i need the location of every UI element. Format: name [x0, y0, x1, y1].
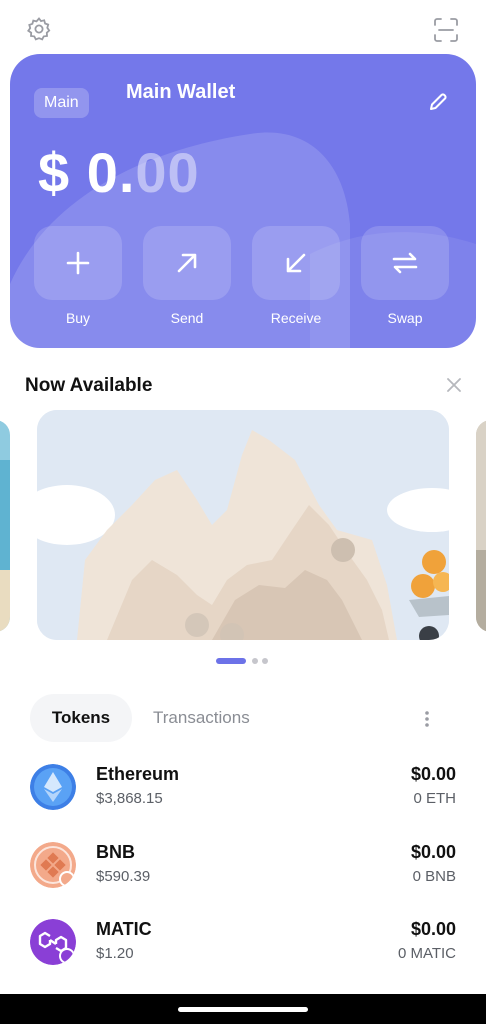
token-name: Ethereum [96, 764, 180, 784]
home-indicator[interactable] [178, 1007, 308, 1012]
close-icon[interactable] [446, 377, 462, 393]
token-amount: 0 MATIC [397, 945, 456, 962]
balance-decimal: 00 [135, 141, 200, 204]
carousel-dot[interactable] [252, 658, 258, 664]
token-value: $0.00 [410, 919, 456, 939]
receive-button[interactable]: Receive [252, 226, 340, 326]
token-price: $1.20 [96, 945, 134, 962]
token-amount: 0 BNB [412, 868, 456, 885]
token-price: $3,868.15 [96, 790, 163, 807]
token-value: $0.00 [410, 764, 456, 784]
balance-amount: $ 0.00 [38, 140, 200, 205]
banner-illustration [37, 410, 449, 640]
wallet-badge: Main [34, 88, 89, 118]
swap-label: Swap [387, 310, 423, 326]
tab-tokens[interactable]: Tokens [30, 694, 132, 742]
send-label: Send [170, 310, 204, 326]
swap-icon [392, 252, 418, 274]
section-heading: Now Available [25, 375, 153, 396]
send-button[interactable]: Send [143, 226, 231, 326]
plus-icon [66, 251, 90, 275]
buy-button[interactable]: Buy [34, 226, 122, 326]
top-bar [0, 0, 486, 56]
scan-icon[interactable] [433, 17, 459, 43]
token-name: BNB [96, 842, 135, 862]
arrow-down-left-icon [286, 253, 306, 273]
ethereum-logo-icon [30, 764, 76, 810]
receive-label: Receive [270, 310, 322, 326]
gear-icon[interactable] [26, 16, 52, 42]
balance-whole: $ 0. [38, 141, 136, 204]
more-options-icon[interactable] [424, 710, 430, 728]
buy-label: Buy [65, 310, 91, 326]
carousel-next-card[interactable] [476, 420, 486, 632]
carousel-dot[interactable] [262, 658, 268, 664]
tab-transactions[interactable]: Transactions [153, 694, 250, 742]
wallet-title[interactable]: Main Wallet [126, 81, 235, 104]
token-row-bnb[interactable]: BNB $590.39 $0.00 0 BNB [0, 838, 486, 898]
token-amount: 0 ETH [413, 790, 456, 807]
swap-button[interactable]: Swap [361, 226, 449, 326]
token-name: MATIC [96, 919, 152, 939]
token-value: $0.00 [410, 842, 456, 862]
token-row-matic[interactable]: MATIC $1.20 $0.00 0 MATIC [0, 915, 486, 975]
promo-banner[interactable] [37, 410, 449, 640]
edit-icon[interactable] [427, 91, 449, 113]
carousel-dot-active[interactable] [216, 658, 246, 664]
matic-logo-icon [30, 919, 76, 965]
wallet-card: Main Main Wallet $ 0.00 Buy Send Receive… [10, 54, 476, 348]
carousel-prev-card[interactable] [0, 420, 10, 632]
token-price: $590.39 [96, 868, 151, 885]
token-row-ethereum[interactable]: Ethereum $3,868.15 $0.00 0 ETH [0, 760, 486, 820]
system-nav-bar [0, 994, 486, 1024]
bnb-logo-icon [30, 842, 76, 888]
asset-tabs: Tokens Transactions [30, 694, 460, 744]
arrow-up-right-icon [177, 253, 197, 273]
